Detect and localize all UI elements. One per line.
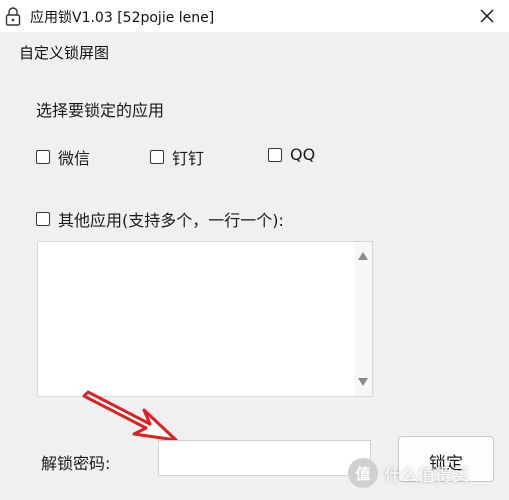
checkbox-label: 钉钉 — [172, 149, 205, 168]
checkbox-box[interactable] — [150, 150, 164, 164]
checkbox-label: QQ — [290, 145, 316, 164]
checkbox-label: 微信 — [58, 149, 91, 168]
other-apps-textarea[interactable] — [37, 241, 373, 397]
menu-item-custom-lockscreen[interactable]: 自定义锁屏图 — [19, 42, 109, 63]
checkbox-dingtalk[interactable]: 钉钉 — [150, 145, 204, 169]
checkbox-box[interactable] — [268, 147, 282, 162]
password-input[interactable] — [158, 440, 371, 476]
checkbox-qq[interactable]: QQ — [268, 145, 315, 164]
checkbox-box[interactable] — [36, 212, 50, 226]
close-icon — [480, 9, 494, 23]
scroll-up-icon[interactable] — [358, 252, 368, 260]
watermark-text: 什么值得买 — [384, 465, 469, 486]
apps-section-label: 选择要锁定的应用 — [36, 101, 165, 120]
title-bar: 应用锁V1.03 [52pojie lene] — [0, 0, 509, 32]
checkbox-wechat[interactable]: 微信 — [36, 145, 90, 169]
window-title: 应用锁V1.03 [52pojie lene] — [30, 10, 215, 26]
textarea-scrollbar[interactable] — [354, 242, 372, 396]
password-label: 解锁密码: — [41, 454, 111, 473]
watermark-logo-icon: 值 — [348, 458, 378, 488]
checkbox-box[interactable] — [36, 150, 50, 164]
checkbox-label: 其他应用(支持多个，一行一个): — [58, 211, 284, 230]
checkbox-other-apps[interactable]: 其他应用(支持多个，一行一个): — [36, 207, 284, 231]
lock-icon — [5, 7, 21, 26]
watermark: 值 什么值得买 — [348, 458, 469, 488]
close-button[interactable] — [465, 0, 509, 32]
scroll-down-icon[interactable] — [358, 378, 368, 386]
